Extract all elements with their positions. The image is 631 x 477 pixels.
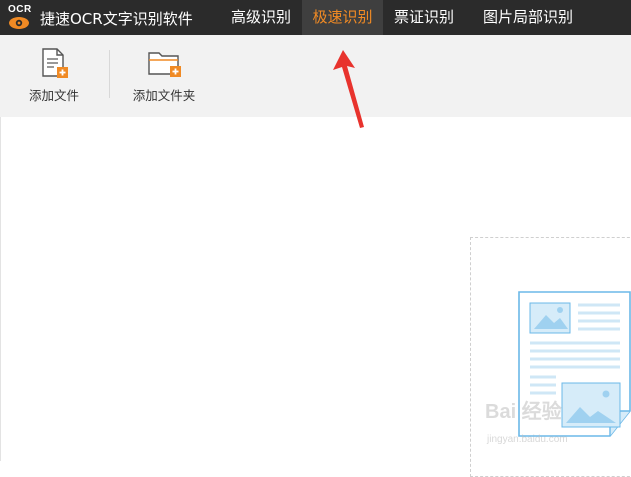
red-arrow xyxy=(333,50,364,128)
toolbar-divider xyxy=(109,50,110,98)
add-file-label: 添加文件 xyxy=(28,88,79,103)
tab-fast-recognition[interactable]: 极速识别 xyxy=(302,0,383,35)
add-folder-button[interactable]: 添加文件夹 xyxy=(122,35,206,117)
tab-advanced-recognition[interactable]: 高级识别 xyxy=(220,0,302,35)
tab-ticket-recognition[interactable]: 票证识别 xyxy=(383,0,465,35)
watermark-url: jingyan.baidu.com xyxy=(487,434,568,445)
toolbar: 添加文件 添加文件夹 xyxy=(0,35,631,117)
add-file-icon xyxy=(42,48,68,78)
watermark-text: Bai 经验 xyxy=(485,401,562,423)
tab-image-partial-recognition[interactable]: 图片局部识别 xyxy=(468,0,588,35)
add-folder-label: 添加文件夹 xyxy=(132,88,196,103)
add-folder-icon xyxy=(148,52,181,77)
title-bar: OCR 捷速OCR文字识别软件 高级识别 极速识别 票证识别 图片局部识别 xyxy=(0,0,631,35)
app-title: 捷速OCR文字识别软件 xyxy=(40,10,193,28)
add-file-button[interactable]: 添加文件 xyxy=(14,35,94,117)
ocr-logo-icon: OCR xyxy=(6,4,34,32)
